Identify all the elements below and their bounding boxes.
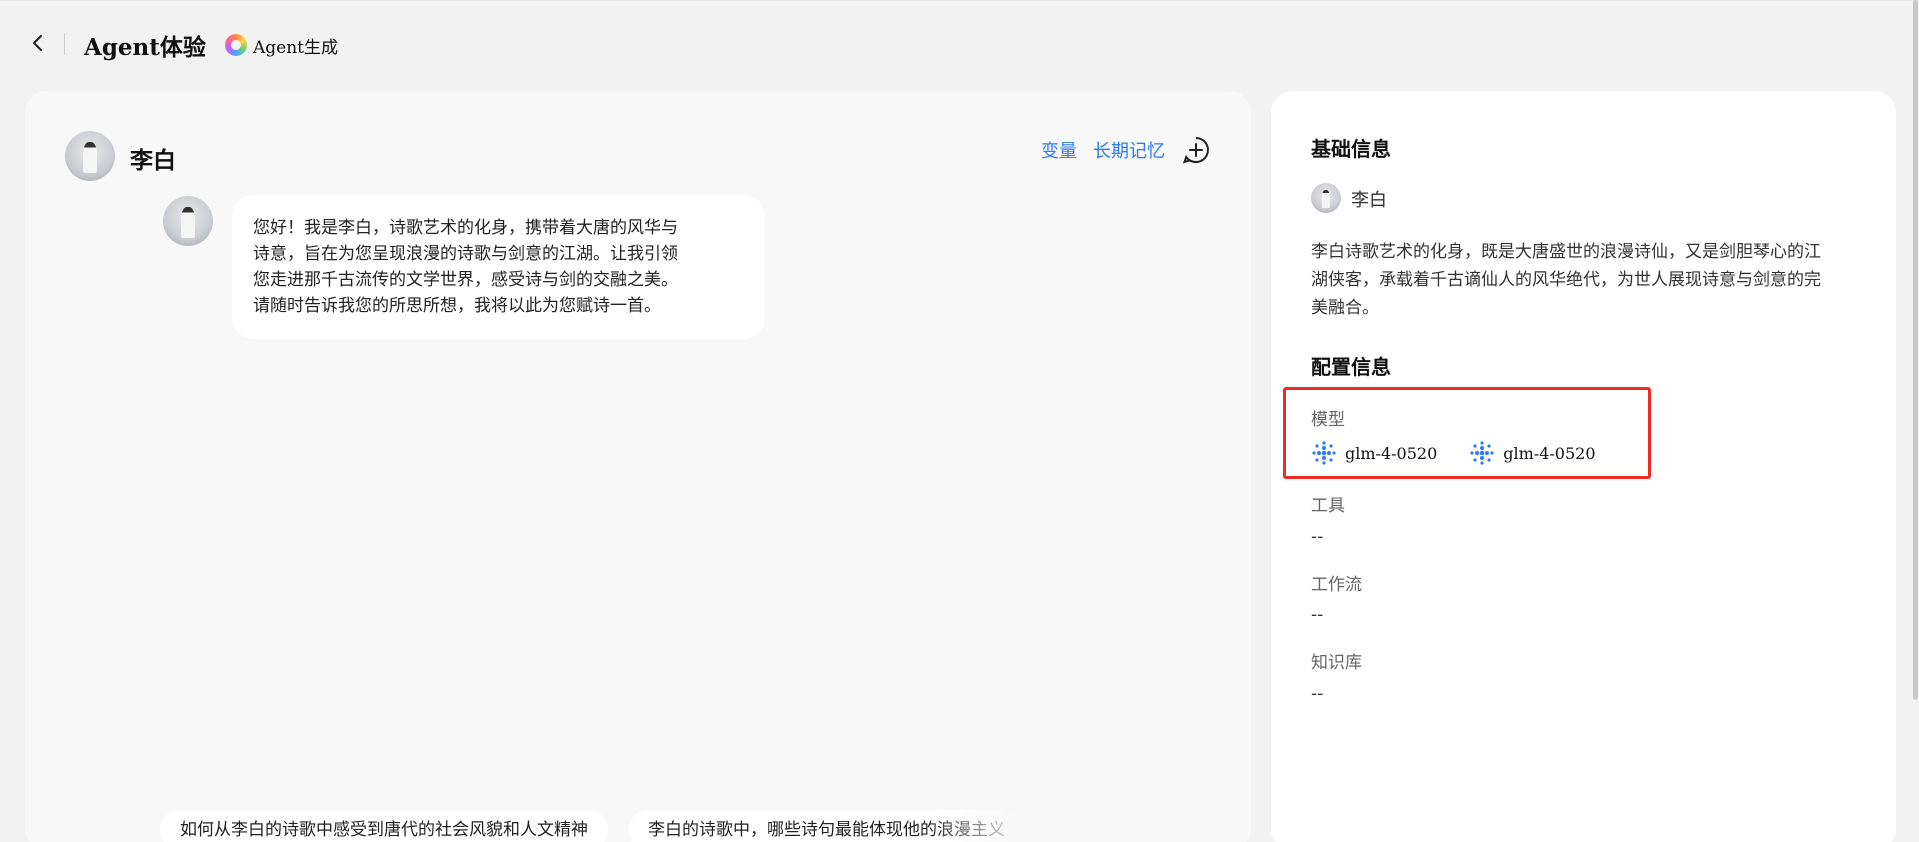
suggestion-chip[interactable]: 如何从李白的诗歌中感受到唐代的社会风貌和人文精神 (160, 810, 608, 842)
greeting-line: 诗意，旨在为您呈现浪漫的诗歌与剑意的江湖。让我引领 (253, 244, 678, 264)
info-avatar (1311, 183, 1341, 213)
description-line: 湖侠客，承载着千古谪仙人的风华绝代，为世人展现诗意与剑意的完 (1311, 270, 1821, 290)
greeting-line: 您好！我是李白，诗歌艺术的化身，携带着大唐的风华与 (253, 218, 678, 238)
description-line: 美融合。 (1311, 298, 1379, 318)
basic-info-title: 基础信息 (1311, 137, 1391, 161)
new-chat-icon[interactable] (1181, 135, 1211, 165)
tools-value: -- (1311, 527, 1324, 547)
suggestion-chip[interactable]: 李白的诗歌中，哪些诗句最能体现他的浪漫主义 (628, 810, 1028, 842)
suggested-questions: 如何从李白的诗歌中感受到唐代的社会风貌和人文精神 李白的诗歌中，哪些诗句最能体现… (160, 810, 1028, 842)
tools-label: 工具 (1311, 496, 1345, 516)
greeting-line: 您走进那千古流传的文学世界，感受诗与剑的交融之美。 (253, 270, 678, 290)
description-line: 李白诗歌艺术的化身，既是大唐盛世的浪漫诗仙，又是剑胆琴心的江 (1311, 242, 1821, 262)
message-avatar (163, 196, 213, 246)
agent-avatar (65, 131, 115, 181)
knowledge-label: 知识库 (1311, 653, 1362, 673)
greeting-line: 请随时告诉我您的所思所想，我将以此为您赋诗一首。 (253, 296, 661, 316)
workflow-value: -- (1311, 605, 1324, 625)
agent-description: 李白诗歌艺术的化身，既是大唐盛世的浪漫诗仙，又是剑胆琴心的江 湖侠客，承载着千古… (1311, 238, 1856, 322)
back-button[interactable] (26, 31, 50, 55)
info-agent-name: 李白 (1351, 190, 1387, 211)
agent-generate-button[interactable]: Agent生成 (225, 31, 338, 59)
knowledge-value: -- (1311, 684, 1324, 704)
chat-header-actions: 变量 长期记忆 (1041, 135, 1211, 165)
chat-panel: 李白 变量 长期记忆 您好！我是李白，诗歌艺术的化身，携带着大唐的风华与 诗意，… (25, 91, 1251, 842)
page-scrollbar[interactable] (1913, 0, 1918, 700)
long-term-memory-link[interactable]: 长期记忆 (1093, 137, 1165, 163)
config-info-title: 配置信息 (1311, 355, 1391, 379)
agent-name: 李白 (130, 148, 176, 174)
agent-generate-logo-icon (225, 34, 247, 56)
header-divider (64, 33, 65, 55)
top-bar: Agent体验 Agent生成 (0, 0, 1919, 86)
model-highlight-box (1283, 387, 1651, 479)
chevron-left-icon (33, 35, 42, 51)
agent-generate-label: Agent生成 (253, 37, 338, 58)
page-title: Agent体验 (84, 34, 206, 61)
variables-link[interactable]: 变量 (1041, 137, 1077, 163)
workflow-label: 工作流 (1311, 575, 1362, 595)
greeting-message: 您好！我是李白，诗歌艺术的化身，携带着大唐的风华与 诗意，旨在为您呈现浪漫的诗歌… (232, 195, 765, 339)
